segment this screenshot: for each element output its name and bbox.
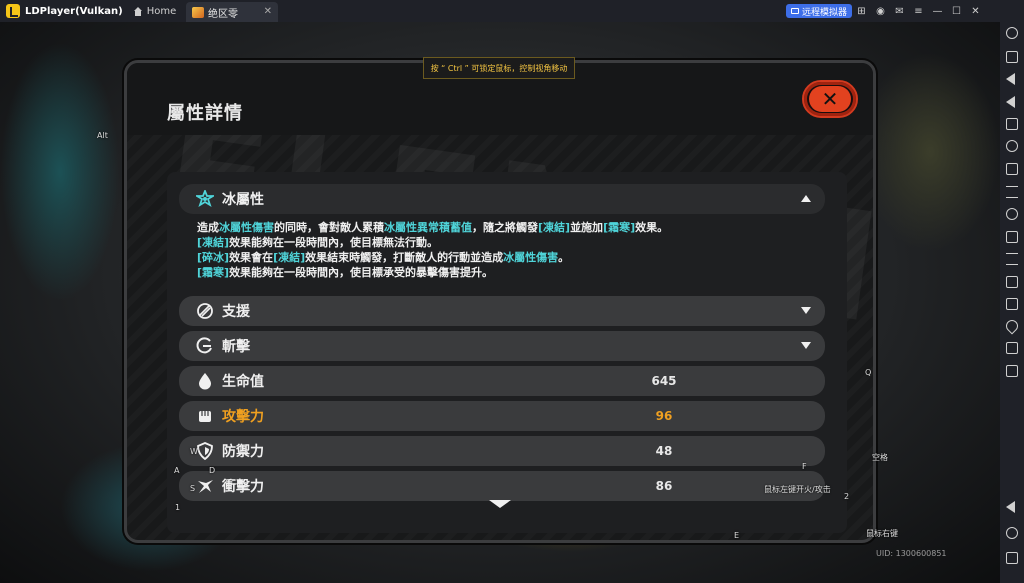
- volume-up-icon[interactable]: [1006, 73, 1015, 85]
- slash-icon: [196, 337, 214, 355]
- mail-icon[interactable]: ✉: [890, 0, 909, 22]
- ice-element-icon: [196, 190, 214, 208]
- key-hint-2[interactable]: 2: [844, 492, 849, 501]
- close-x-icon: ✕: [809, 86, 851, 112]
- tab-home-label: Home: [146, 5, 177, 17]
- recent-apps-icon[interactable]: [1006, 552, 1018, 564]
- attribute-label: 冰屬性: [222, 192, 264, 208]
- hp-drop-icon: [196, 372, 214, 390]
- stat-value: 86: [655, 479, 673, 493]
- key-hint-w[interactable]: W: [190, 447, 198, 456]
- attack-fist-icon: [196, 407, 214, 425]
- scissors-icon[interactable]: [1006, 208, 1018, 220]
- display-icon[interactable]: [1006, 365, 1018, 377]
- location-icon[interactable]: [1003, 317, 1021, 335]
- key-hint-space[interactable]: 空格: [872, 452, 888, 463]
- tab-close-icon[interactable]: ✕: [264, 6, 272, 17]
- key-hint-mouse-left[interactable]: 鼠标左键开火/攻击: [764, 484, 831, 495]
- defense-shield-icon: [196, 442, 214, 460]
- key-hint-a[interactable]: A: [174, 466, 179, 475]
- monitor-icon: [791, 8, 799, 14]
- section-row-support[interactable]: 支援: [179, 296, 825, 326]
- volume-down-icon[interactable]: [1006, 96, 1015, 108]
- stat-label: 衝擊力: [222, 479, 264, 495]
- emulator-toolbar: [1000, 22, 1024, 583]
- stat-label: 生命值: [222, 374, 264, 390]
- script-icon[interactable]: [1006, 140, 1018, 152]
- attribute-row-ice[interactable]: 冰屬性: [179, 184, 825, 214]
- stat-label: 防禦力: [222, 444, 264, 460]
- desc-line: [碎冰]效果會在[凍結]效果結束時觸發，打斷敵人的行動並造成冰屬性傷害。: [197, 251, 570, 264]
- gamepad-icon[interactable]: ⊞: [852, 0, 871, 22]
- attribute-detail-panel: ELEMENT 屬性詳情 ✕ 冰屬性 造成冰屬性傷害的同時，會對敵人累積: [124, 60, 876, 543]
- sync-icon[interactable]: [1006, 253, 1018, 265]
- settings-icon[interactable]: [1006, 27, 1018, 39]
- impact-icon: [196, 477, 214, 495]
- key-hint-f[interactable]: F: [802, 462, 807, 471]
- key-hint-1[interactable]: 1: [175, 503, 180, 512]
- attribute-list: 冰屬性 造成冰屬性傷害的同時，會對敵人累積冰屬性異常積蓄值，隨之將觸發[凍結]並…: [167, 172, 847, 533]
- game-screen[interactable]: 按 “ Ctrl ” 可锁定鼠标，控制视角移动 ELEMENT 屬性詳情 ✕ 冰…: [0, 22, 1000, 583]
- fullscreen-icon[interactable]: [1006, 118, 1018, 130]
- section-row-slash[interactable]: 斬擊: [179, 331, 825, 361]
- tab-game-label: 绝区零: [208, 8, 238, 20]
- window-controls: ⊞ ◉ ✉ ≡ — ☐ ✕: [852, 0, 985, 22]
- ctrl-lock-tip: 按 “ Ctrl ” 可锁定鼠标，控制视角移动: [423, 57, 575, 79]
- background-art: [0, 42, 120, 302]
- screen-record-icon[interactable]: [1006, 163, 1018, 175]
- page-title: 屬性詳情: [167, 103, 243, 124]
- key-hint-q[interactable]: Q: [865, 368, 871, 377]
- remote-emulator-button[interactable]: 远程模拟器: [786, 4, 853, 18]
- maximize-icon[interactable]: ☐: [947, 0, 966, 22]
- remote-emulator-label: 远程模拟器: [802, 7, 848, 18]
- key-hint-alt[interactable]: Alt: [97, 131, 108, 140]
- back-icon[interactable]: [1006, 501, 1015, 513]
- stat-row-def: 防禦力 48: [179, 436, 825, 466]
- close-button[interactable]: ✕: [802, 80, 858, 118]
- stat-value: 645: [651, 374, 677, 388]
- desc-line: [霜寒]效果能夠在一段時間內，使目標承受的暴擊傷害提升。: [197, 266, 494, 279]
- scroll-down-arrow-icon[interactable]: [489, 500, 511, 508]
- stat-row-impact: 衝擊力 86: [179, 471, 825, 501]
- install-apk-icon[interactable]: [1006, 276, 1018, 288]
- expand-arrow-icon: [801, 342, 811, 349]
- app-title: LDPlayer(Vulkan): [25, 5, 123, 17]
- desc-line: [凍結]效果能夠在一段時間內，使目標無法行動。: [197, 236, 439, 249]
- attribute-description: 造成冰屬性傷害的同時，會對敵人累積冰屬性異常積蓄值，隨之將觸發[凍結]並施加[霜…: [197, 220, 817, 280]
- rotate-icon[interactable]: [1006, 342, 1018, 354]
- section-label: 斬擊: [222, 339, 250, 355]
- home-icon: [133, 6, 143, 16]
- menu-icon[interactable]: ≡: [909, 0, 928, 22]
- stat-value: 96: [655, 409, 673, 423]
- stat-row-atk: 攻擊力 96: [179, 401, 825, 431]
- stat-label: 攻擊力: [222, 409, 264, 425]
- tab-game[interactable]: 绝区零 ✕: [186, 2, 278, 22]
- tab-home[interactable]: Home: [133, 5, 177, 17]
- home-button-icon[interactable]: [1006, 527, 1018, 539]
- operation-record-icon[interactable]: [1006, 186, 1018, 198]
- stat-row-hp: 生命值 645: [179, 366, 825, 396]
- key-hint-e[interactable]: E: [734, 531, 739, 540]
- minimize-icon[interactable]: —: [928, 0, 947, 22]
- collapse-arrow-icon: [801, 195, 811, 202]
- account-icon[interactable]: ◉: [871, 0, 890, 22]
- game-icon: [192, 6, 204, 18]
- key-hint-mouse-right[interactable]: 鼠标右键: [866, 528, 898, 539]
- section-label: 支援: [222, 304, 250, 320]
- background-art: [860, 52, 1000, 252]
- folder-icon[interactable]: [1006, 298, 1018, 310]
- ldplayer-logo-icon: [6, 4, 20, 18]
- title-bar: LDPlayer(Vulkan) Home 绝区零 ✕ 远程模拟器 ⊞ ◉ ✉ …: [0, 0, 1024, 22]
- keyboard-icon[interactable]: [1006, 51, 1018, 63]
- close-icon[interactable]: ✕: [966, 0, 985, 22]
- multi-instance-icon[interactable]: [1006, 231, 1018, 243]
- expand-arrow-icon: [801, 307, 811, 314]
- uid-label: UID: 1300600851: [876, 549, 947, 558]
- support-icon: [196, 302, 214, 320]
- key-hint-s[interactable]: S: [190, 484, 195, 493]
- key-hint-d[interactable]: D: [209, 466, 215, 475]
- stat-value: 48: [655, 444, 673, 458]
- desc-line: 造成冰屬性傷害的同時，會對敵人累積冰屬性異常積蓄值，隨之將觸發[凍結]並施加[霜…: [197, 221, 669, 234]
